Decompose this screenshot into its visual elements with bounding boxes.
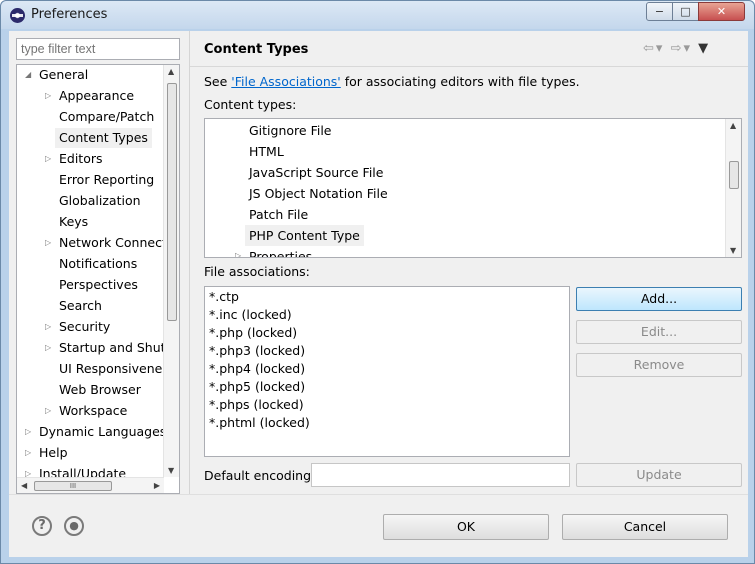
filter-input[interactable] (16, 38, 180, 60)
eclipse-icon (10, 8, 25, 23)
collapsed-arrow-icon[interactable]: ▷ (25, 428, 33, 436)
pane-divider[interactable] (189, 31, 190, 494)
scroll-up-icon[interactable]: ▲ (168, 67, 174, 76)
tree-item[interactable]: Search (59, 296, 102, 316)
content-types-thumb[interactable] (729, 161, 739, 189)
window-title: Preferences (31, 7, 108, 22)
tree-item[interactable]: Notifications (59, 254, 137, 274)
tree-vertical-thumb[interactable] (167, 83, 177, 321)
collapsed-arrow-icon[interactable]: ▷ (45, 344, 53, 352)
tree-item[interactable]: Startup and Shutd (59, 338, 173, 358)
oomph-record-icon[interactable]: ● (64, 516, 84, 536)
tree-vertical-scrollbar[interactable]: ▲ ▼ (163, 65, 179, 477)
tree-item[interactable]: Globalization (59, 191, 141, 211)
content-type-item[interactable]: JavaScript Source File (249, 162, 383, 183)
title-bar[interactable]: Preferences − □ ✕ (1, 1, 754, 29)
content-type-item[interactable]: HTML (249, 141, 284, 162)
tree-item[interactable]: Content Types (55, 128, 152, 148)
file-association-item[interactable]: *.inc (locked) (209, 306, 292, 324)
tree-item[interactable]: UI Responsivenes (59, 359, 169, 379)
help-icon[interactable]: ? (32, 516, 52, 536)
file-association-item[interactable]: *.php5 (locked) (209, 378, 305, 396)
file-association-item[interactable]: *.php4 (locked) (209, 360, 305, 378)
tree-item[interactable]: Security (59, 317, 110, 337)
maximize-button[interactable]: □ (672, 2, 699, 21)
content-type-item[interactable]: PHP Content Type (245, 225, 364, 246)
back-icon[interactable]: ⇦ (643, 41, 656, 56)
content-type-item[interactable]: Properties (249, 246, 312, 257)
collapsed-arrow-icon[interactable]: ▷ (45, 407, 53, 415)
file-associations-list[interactable]: *.ctp *.inc (locked) *.php (locked) *.php3 … (204, 286, 570, 457)
file-association-item[interactable]: *.php (locked) (209, 324, 297, 342)
page-navigation: ⇦▾ ⇨▾ ▼ (643, 41, 710, 56)
view-menu-icon[interactable]: ▼ (698, 41, 710, 56)
tree-horizontal-scrollbar[interactable]: ◀ III ▶ (17, 477, 164, 493)
file-association-item[interactable]: *.phps (locked) (209, 396, 304, 414)
tree-item[interactable]: Help (39, 443, 68, 463)
preferences-window: Preferences − □ ✕ Install/UpdateHelpDyna… (0, 0, 755, 564)
tree-item[interactable]: Error Reporting (59, 170, 154, 190)
content-types-scrollbar[interactable]: ▲ ▼ (725, 119, 741, 257)
tree-item[interactable]: Appearance (59, 86, 134, 106)
add-button[interactable]: Add... (576, 287, 742, 311)
update-button[interactable]: Update (576, 463, 742, 487)
collapsed-arrow-icon[interactable]: ▷ (45, 92, 53, 100)
collapsed-arrow-icon[interactable]: ▷ (45, 155, 53, 163)
tree-item[interactable]: Web Browser (59, 380, 141, 400)
file-associations-label: File associations: (204, 264, 310, 279)
collapsed-arrow-icon[interactable]: ▷ (45, 239, 53, 247)
file-association-item[interactable]: *.phtml (locked) (209, 414, 310, 432)
edit-button[interactable]: Edit... (576, 320, 742, 344)
content-types-tree[interactable]: Properties PHP Content Type Patch File JS O… (204, 118, 742, 258)
scroll-down-icon[interactable]: ▼ (730, 246, 736, 255)
file-association-item[interactable]: *.ctp (209, 288, 239, 306)
remove-button[interactable]: Remove (576, 353, 742, 377)
content-type-item[interactable]: Gitignore File (249, 120, 331, 141)
expanded-arrow-icon[interactable]: ◢ (25, 71, 33, 79)
tree-item[interactable]: Network Connecti (59, 233, 170, 253)
file-associations-link[interactable]: 'File Associations' (231, 74, 340, 89)
content-types-label: Content types: (204, 97, 297, 112)
collapsed-arrow-icon[interactable]: ▷ (45, 323, 53, 331)
preference-tree[interactable]: Install/Update Help Dynamic Languages Works… (16, 64, 180, 494)
tree-horizontal-thumb[interactable]: III (34, 481, 112, 491)
tree-item[interactable]: Workspace (59, 401, 127, 421)
tree-item[interactable]: Editors (59, 149, 103, 169)
scroll-right-icon[interactable]: ▶ (154, 481, 160, 490)
tree-item[interactable]: Keys (59, 212, 88, 232)
forward-icon[interactable]: ⇨ (671, 41, 684, 56)
content-type-item[interactable]: Patch File (249, 204, 308, 225)
tree-item[interactable]: Compare/Patch (59, 107, 154, 127)
scroll-left-icon[interactable]: ◀ (21, 481, 27, 490)
collapsed-arrow-icon[interactable]: ▷ (235, 252, 243, 258)
minimize-button[interactable]: − (646, 2, 673, 21)
ok-button[interactable]: OK (383, 514, 549, 540)
file-association-item[interactable]: *.php3 (locked) (209, 342, 305, 360)
default-encoding-label: Default encoding: (204, 468, 316, 483)
collapsed-arrow-icon[interactable]: ▷ (25, 449, 33, 457)
dialog-client-area: Install/UpdateHelpDynamic LanguagesWorks… (9, 31, 748, 557)
content-type-item[interactable]: JS Object Notation File (249, 183, 388, 204)
forward-dropdown-icon[interactable]: ▾ (683, 41, 692, 56)
default-encoding-input[interactable] (311, 463, 570, 487)
footer-separator (9, 494, 748, 495)
close-button[interactable]: ✕ (698, 2, 745, 21)
scroll-down-icon[interactable]: ▼ (168, 466, 174, 475)
see-file-associations-text: See 'File Associations' for associating … (204, 74, 580, 89)
cancel-button[interactable]: Cancel (562, 514, 728, 540)
title-separator (190, 66, 748, 67)
page-title: Content Types (204, 42, 309, 57)
tree-item[interactable]: Perspectives (59, 275, 138, 295)
tree-item[interactable]: Dynamic Languages (39, 422, 166, 442)
back-dropdown-icon[interactable]: ▾ (656, 41, 665, 56)
collapsed-arrow-icon[interactable]: ▷ (25, 470, 33, 478)
tree-item[interactable]: General (39, 65, 88, 85)
scroll-up-icon[interactable]: ▲ (730, 121, 736, 130)
